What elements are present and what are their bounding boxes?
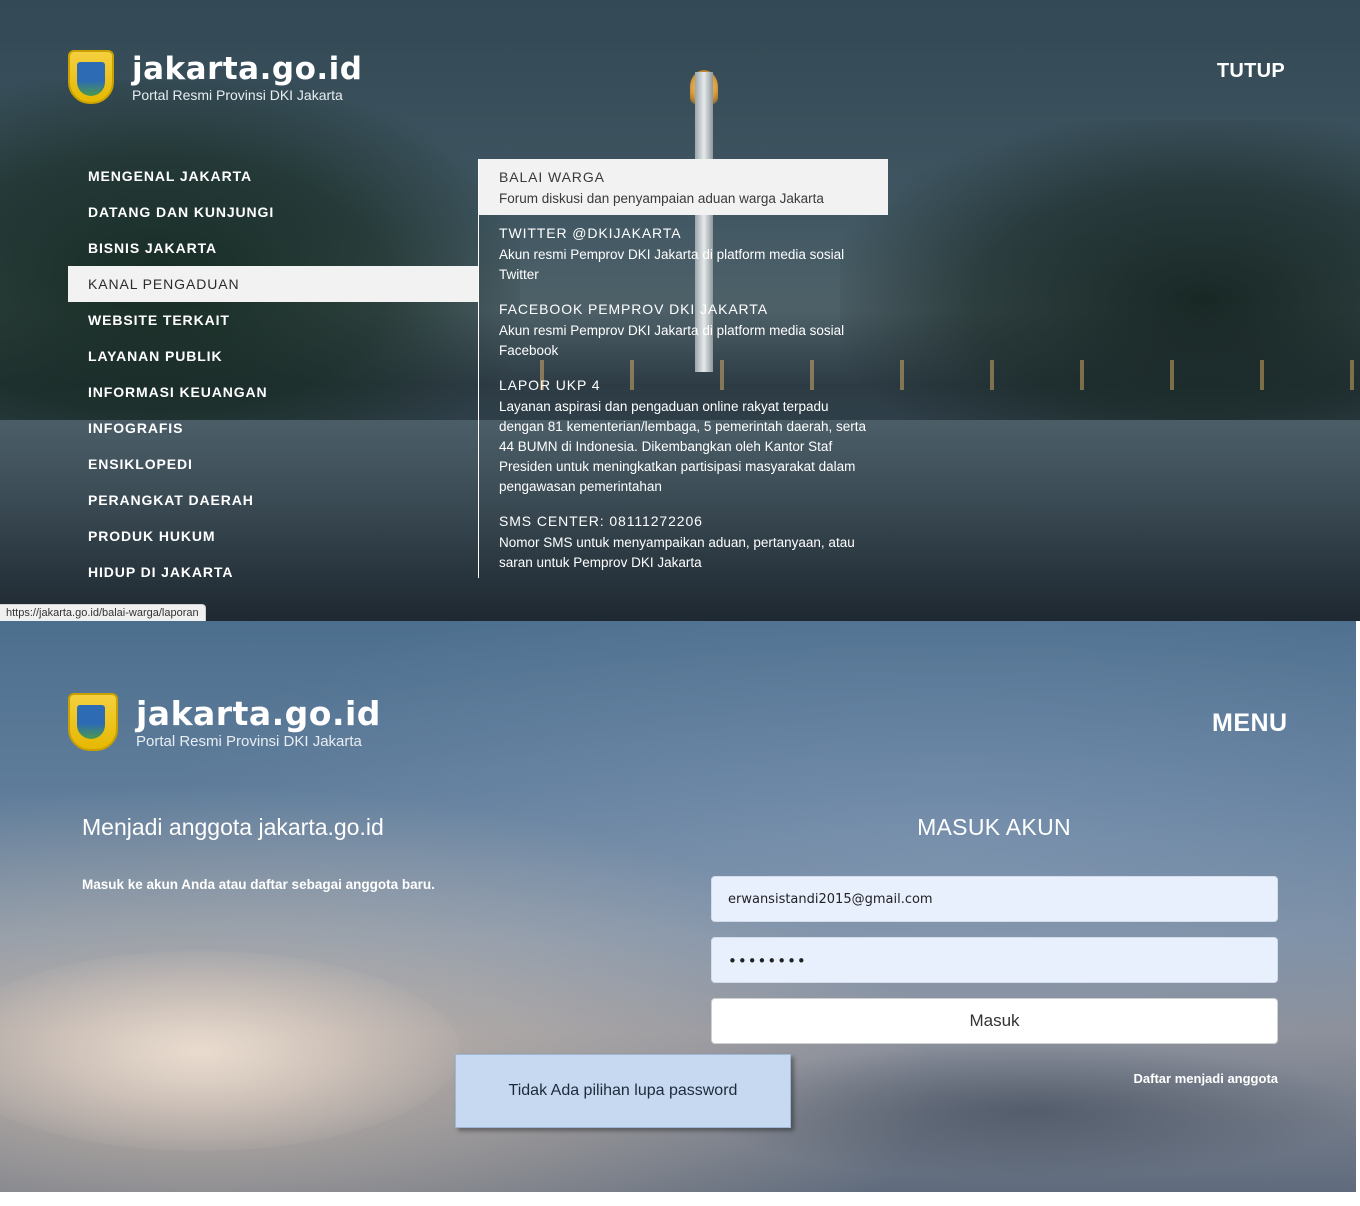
submenu-item-lapor-ukp4[interactable]: LAPOR UKP 4 Layanan aspirasi dan pengadu… [479,367,888,503]
menu-item-layanan-publik[interactable]: LAYANAN PUBLIK [68,338,478,374]
submenu-item-twitter[interactable]: TWITTER @DKIJAKARTA Akun resmi Pemprov D… [479,215,888,291]
logo-title: jakarta.go.id [136,693,381,733]
menu-item-informasi-keuangan[interactable]: INFORMASI KEUANGAN [68,374,478,410]
menu-item-ensiklopedi[interactable]: ENSIKLOPEDI [68,446,478,482]
submenu-item-facebook[interactable]: FACEBOOK PEMPROV DKI JAKARTA Akun resmi … [479,291,888,367]
join-heading: Menjadi anggota jakarta.go.id [82,814,384,840]
menu-overlay-screen: jakarta.go.id Portal Resmi Provinsi DKI … [0,0,1360,621]
jakarta-emblem-icon [68,693,118,751]
menu-item-mengenal-jakarta[interactable]: MENGENAL JAKARTA [68,158,478,194]
password-field[interactable]: •••••••• [711,937,1278,983]
submenu-kanal-pengaduan: BALAI WARGA Forum diskusi dan penyampaia… [479,159,888,579]
jakarta-emblem-icon [68,50,114,104]
main-menu: MENGENAL JAKARTA DATANG DAN KUNJUNGI BIS… [68,158,478,590]
logo-subtitle: Portal Resmi Provinsi DKI Jakarta [132,87,343,103]
submenu-item-title: SMS CENTER: 08111272206 [499,513,703,529]
submenu-item-title: TWITTER @DKIJAKARTA [499,225,682,241]
email-field[interactable]: erwansistandi2015@gmail.com [711,876,1278,922]
menu-item-bisnis-jakarta[interactable]: BISNIS JAKARTA [68,230,478,266]
login-screen: jakarta.go.id Portal Resmi Provinsi DKI … [0,621,1356,1192]
submenu-item-desc: Akun resmi Pemprov DKI Jakarta di platfo… [499,323,845,358]
submenu-item-balai-warga[interactable]: BALAI WARGA Forum diskusi dan penyampaia… [479,159,888,215]
annotation-note: Tidak Ada pilihan lupa password [455,1054,791,1128]
submenu-item-title: FACEBOOK PEMPROV DKI JAKARTA [499,301,768,317]
menu-item-perangkat-daerah[interactable]: PERANGKAT DAERAH [68,482,478,518]
menu-item-kanal-pengaduan[interactable]: KANAL PENGADUAN [68,266,478,302]
menu-item-datang-dan-kunjungi[interactable]: DATANG DAN KUNJUNGI [68,194,478,230]
logo-subtitle: Portal Resmi Provinsi DKI Jakarta [136,732,362,750]
login-button[interactable]: Masuk [711,998,1278,1044]
background-cloud-dark [700,1041,1356,1181]
submenu-item-desc: Akun resmi Pemprov DKI Jakarta di platfo… [499,247,845,282]
browser-status-url: https://jakarta.go.id/balai-warga/lapora… [0,604,206,621]
logo-title: jakarta.go.id [132,51,363,87]
site-logo[interactable]: jakarta.go.id Portal Resmi Provinsi DKI … [68,693,381,751]
menu-item-hidup-di-jakarta[interactable]: HIDUP DI JAKARTA [68,554,478,590]
submenu-item-desc: Layanan aspirasi dan pengaduan online ra… [499,399,866,494]
submenu-item-title: BALAI WARGA [499,169,605,185]
open-menu-button[interactable]: MENU [1212,709,1288,738]
submenu-item-title: LAPOR UKP 4 [499,377,601,393]
join-description: Masuk ke akun Anda atau daftar sebagai a… [82,877,435,892]
menu-item-website-terkait[interactable]: WEBSITE TERKAIT [68,302,478,338]
menu-item-infografis[interactable]: INFOGRAFIS [68,410,478,446]
submenu-item-desc: Forum diskusi dan penyampaian aduan warg… [499,191,824,206]
background-cloud [0,951,460,1151]
submenu-item-desc: Nomor SMS untuk menyampaikan aduan, pert… [499,535,855,570]
register-link[interactable]: Daftar menjadi anggota [1100,1071,1278,1086]
site-logo[interactable]: jakarta.go.id Portal Resmi Provinsi DKI … [68,50,362,104]
submenu-item-sms-center[interactable]: SMS CENTER: 08111272206 Nomor SMS untuk … [479,503,888,579]
close-menu-button[interactable]: TUTUP [1217,60,1285,83]
login-heading: MASUK AKUN [917,814,1071,840]
menu-item-produk-hukum[interactable]: PRODUK HUKUM [68,518,478,554]
